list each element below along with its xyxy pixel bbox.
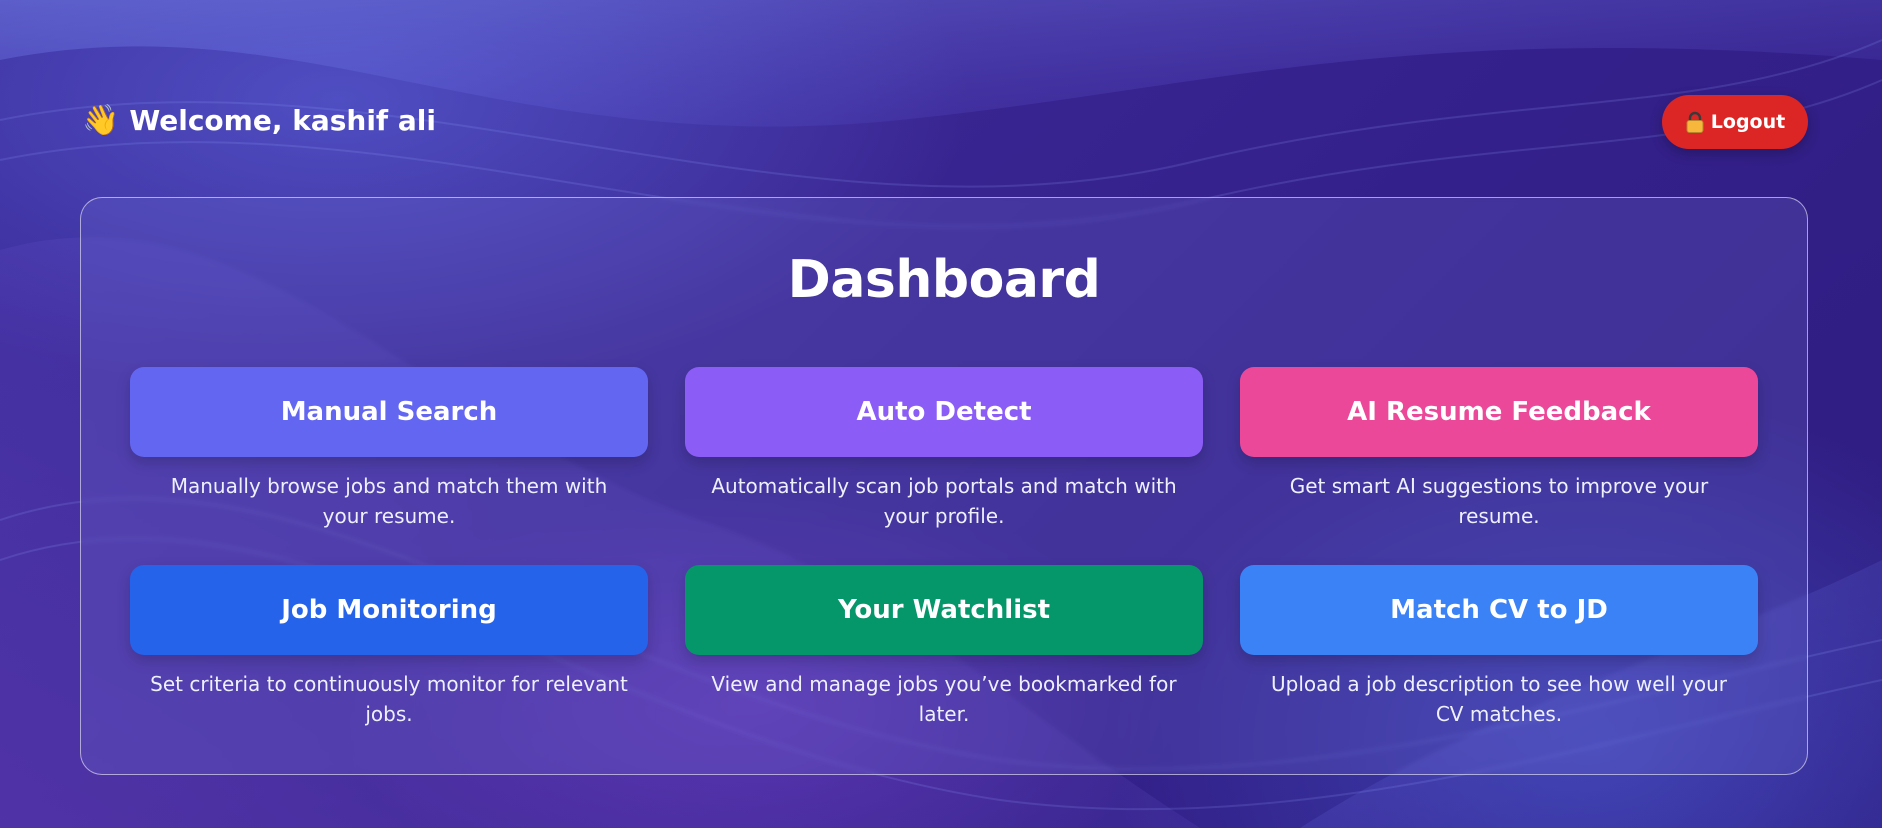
feature-card-manual-search: Manual Search Manually browse jobs and m… (130, 367, 648, 565)
logout-button[interactable]: Logout (1662, 95, 1808, 149)
welcome-header: 👋 Welcome, kashif ali (82, 104, 436, 137)
feature-card-match-cv-to-jd: Match CV to JD Upload a job description … (1240, 565, 1758, 763)
manual-search-button[interactable]: Manual Search (130, 367, 648, 457)
your-watchlist-button[interactable]: Your Watchlist (685, 565, 1203, 655)
page-title: Dashboard (787, 250, 1101, 310)
auto-detect-description: Automatically scan job portals and match… (711, 474, 1177, 528)
feature-card-job-monitoring: Job Monitoring Set criteria to continuou… (130, 565, 648, 763)
your-watchlist-description: View and manage jobs you’ve bookmarked f… (711, 672, 1177, 726)
match-cv-to-jd-button[interactable]: Match CV to JD (1240, 565, 1758, 655)
job-monitoring-description: Set criteria to continuously monitor for… (150, 672, 628, 726)
feature-card-your-watchlist: Your Watchlist View and manage jobs you’… (685, 565, 1203, 763)
job-monitoring-button[interactable]: Job Monitoring (130, 565, 648, 655)
feature-card-ai-resume-feedback: AI Resume Feedback Get smart AI suggesti… (1240, 367, 1758, 565)
logout-label: Logout (1710, 111, 1786, 133)
waving-hand-icon: 👋 (82, 102, 120, 138)
welcome-text: Welcome, kashif ali (129, 104, 436, 137)
manual-search-description: Manually browse jobs and match them with… (170, 474, 608, 528)
lock-icon (1685, 111, 1705, 133)
feature-card-auto-detect: Auto Detect Automatically scan job porta… (685, 367, 1203, 565)
match-cv-to-jd-description: Upload a job description to see how well… (1270, 672, 1727, 726)
dashboard-panel: Dashboard Manual Search Manually browse … (80, 197, 1808, 775)
auto-detect-button[interactable]: Auto Detect (685, 367, 1203, 457)
feature-grid: Manual Search Manually browse jobs and m… (130, 367, 1758, 763)
ai-resume-feedback-description: Get smart AI suggestions to improve your… (1289, 474, 1709, 528)
ai-resume-feedback-button[interactable]: AI Resume Feedback (1240, 367, 1758, 457)
